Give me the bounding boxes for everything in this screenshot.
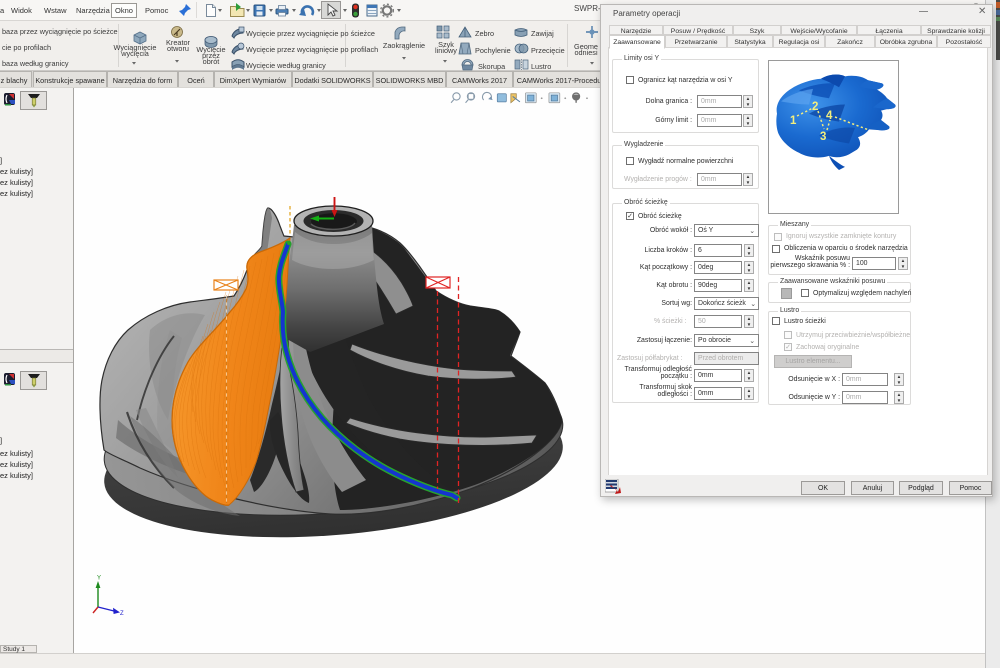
svg-text:2: 2 <box>812 101 818 113</box>
svg-text:Y: Y <box>97 576 101 582</box>
svg-text:Z: Z <box>120 611 124 617</box>
svg-text:3: 3 <box>820 131 826 143</box>
svg-text:1: 1 <box>790 115 797 127</box>
svg-text:4: 4 <box>826 110 833 122</box>
